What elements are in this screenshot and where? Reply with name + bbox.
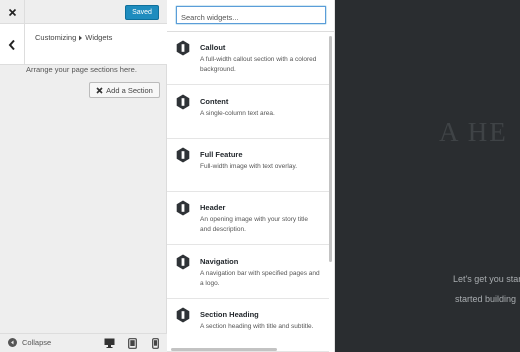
breadcrumb-current: Widgets: [85, 33, 113, 42]
widget-item-navigation[interactable]: Navigation A navigation bar with specifi…: [167, 246, 329, 299]
search-input[interactable]: [177, 9, 325, 26]
add-section-label: Add a Section: [106, 85, 153, 95]
breadcrumb-root: Customizing: [35, 33, 77, 42]
back-button[interactable]: [0, 24, 25, 65]
widget-description: An opening image with your story title a…: [200, 216, 309, 233]
collapse-icon: [8, 338, 17, 347]
tablet-preview-button[interactable]: [126, 337, 138, 349]
widget-hex-icon: [176, 40, 190, 56]
widget-item-callout[interactable]: Callout A full-width callout section wit…: [167, 32, 329, 85]
customizer-footer: Collapse: [0, 333, 167, 352]
desktop-icon: [104, 338, 114, 348]
collapse-label: Collapse: [22, 338, 52, 347]
available-widgets-panel: Callout A full-width callout section wit…: [167, 0, 335, 352]
widget-description: A full-width callout section with a colo…: [200, 56, 317, 73]
widget-title: Content: [200, 97, 229, 106]
widget-title: Full Feature: [200, 150, 243, 159]
panel-description: Arrange your page sections here.: [26, 65, 137, 74]
vertical-scrollbar[interactable]: [329, 36, 332, 262]
widget-description: Full-width image with text overlay.: [200, 163, 298, 170]
widget-item-section-heading[interactable]: Section Heading A section heading with t…: [167, 299, 329, 352]
widget-title: Navigation: [200, 257, 239, 266]
widget-hex-icon: [176, 200, 190, 216]
widget-hex-icon: [176, 254, 190, 270]
customizer-panel: Saved Customizing Widgets Arrange your p…: [0, 0, 167, 352]
tablet-icon: [127, 337, 137, 349]
close-button[interactable]: [0, 0, 25, 24]
add-section-button[interactable]: Add a Section: [89, 82, 160, 98]
widget-title: Callout: [200, 43, 226, 52]
widget-description: A navigation bar with specified pages an…: [200, 270, 320, 287]
widget-title: Header: [200, 203, 226, 212]
site-preview[interactable]: A HE Let's get you star started building: [336, 0, 520, 352]
hero-title: A HE: [439, 117, 508, 147]
widget-description: A single-column text area.: [200, 110, 275, 117]
mobile-preview-button[interactable]: [149, 337, 161, 349]
horizontal-scrollbar[interactable]: [171, 348, 277, 351]
widget-hex-icon: [176, 307, 190, 323]
widget-item-full-feature[interactable]: Full Feature Full-width image with text …: [167, 139, 329, 192]
hero-subtitle-line-2: started building: [455, 294, 517, 304]
widget-hex-icon: [176, 147, 190, 163]
saved-button[interactable]: Saved: [125, 5, 159, 20]
widget-title: Section Heading: [200, 310, 259, 319]
widget-hex-icon: [176, 94, 190, 110]
caret-right-icon: [79, 35, 83, 40]
widget-item-header[interactable]: Header An opening image with your story …: [167, 192, 329, 245]
mobile-icon: [151, 337, 159, 349]
hero-subtitle-line-1: Let's get you star: [453, 274, 520, 284]
desktop-preview-button[interactable]: [103, 337, 115, 349]
close-icon: [8, 8, 16, 16]
close-icon: [96, 86, 103, 94]
collapse-button[interactable]: Collapse: [8, 338, 51, 347]
customizer-topbar: Saved: [0, 0, 167, 24]
widget-item-content[interactable]: Content A single-column text area.: [167, 86, 329, 139]
widget-description: A section heading with title and subtitl…: [200, 323, 314, 330]
chevron-left-icon: [8, 39, 15, 50]
section-header: Customizing Widgets: [0, 24, 167, 65]
search-widgets-field[interactable]: [176, 6, 326, 26]
breadcrumb: Customizing Widgets: [35, 33, 112, 42]
